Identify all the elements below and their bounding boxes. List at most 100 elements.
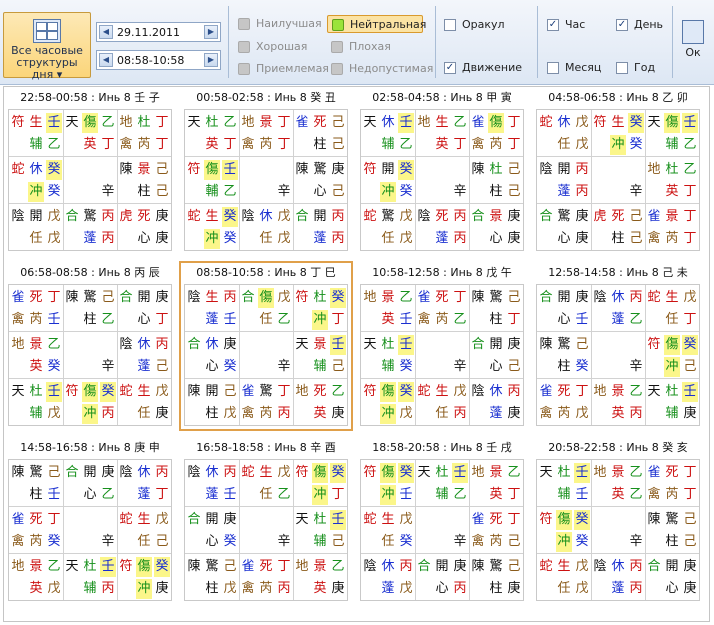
check-hour-label: Час (565, 18, 586, 31)
board-glyph: 雀 (471, 512, 485, 527)
grid-line (537, 203, 699, 204)
board-glyph: 丁 (507, 512, 521, 527)
board-glyph: 杜 (435, 465, 449, 480)
board-glyph: 芮 (489, 534, 503, 549)
board-glyph: 天 (295, 512, 309, 527)
board-glyph: 戊 (155, 512, 169, 527)
board-glyph: 任 (381, 534, 395, 549)
board-glyph: 芮 (489, 137, 503, 152)
board-glyph: 休 (611, 559, 625, 574)
hour-board[interactable]: 08:58-10:58 : Инь 8 丁 巳陰生丙蓬壬合傷戊任乙符杜癸冲丁合休… (179, 261, 353, 431)
board-glyph: 任 (557, 581, 571, 596)
board-glyph: 開 (381, 162, 395, 177)
date-picker[interactable]: ◀ 29.11.2011 ▶ (96, 22, 221, 42)
filter-bad[interactable]: Плохая (327, 38, 423, 56)
board-glyph: 禽 (471, 137, 485, 152)
board-glyph: 戊 (47, 231, 61, 246)
oracle-checkbox-icon[interactable] (444, 19, 456, 31)
hour-board[interactable]: 04:58-06:58 : Инь 8 乙 卯蛇休戊任戊符生癸冲癸天傷壬辅乙陰開… (534, 89, 702, 253)
check-month[interactable]: Месяц (547, 60, 601, 76)
board-glyph: 符 (539, 512, 553, 527)
board-glyph: 杜 (665, 384, 679, 399)
board-glyph: 杜 (381, 337, 395, 352)
hour-board[interactable]: 16:58-18:58 : Инь 8 辛 酉陰休丙蓬壬蛇生戊任乙符傷癸冲丁合開… (182, 439, 350, 603)
board-glyph: 辅 (557, 487, 571, 502)
board-glyph: 丁 (277, 559, 291, 574)
board-table: 蛇休戊任戊符生癸冲癸天傷壬辅乙陰開丙蓬丙辛地杜乙英丁合驚庚心庚虎死己柱己雀景丁禽… (536, 109, 700, 251)
board-table: 天休壬辅乙地生乙英丁雀傷丁禽芮丁符開癸冲癸辛陳杜己柱己蛇驚戊任戊陰死丙蓬丙合景庚… (360, 109, 524, 251)
board-glyph: 地 (593, 384, 607, 399)
board-glyph: 開 (137, 290, 151, 305)
filter-best[interactable]: Наилучшая (234, 15, 324, 33)
board-glyph: 癸 (398, 160, 414, 180)
hour-board[interactable]: 20:58-22:58 : Инь 8 癸 亥天杜壬辅壬地景乙英乙雀死丁禽芮丁符… (534, 439, 702, 603)
month-checkbox-icon[interactable] (547, 62, 559, 74)
board-glyph: 辛 (453, 184, 467, 199)
board-glyph: 生 (665, 290, 679, 305)
board-glyph: 丙 (629, 559, 643, 574)
board-glyph: 辅 (313, 534, 327, 549)
grid-line (361, 331, 523, 332)
filter-acceptable[interactable]: Приемлемая (234, 60, 329, 78)
hour-board[interactable]: 06:58-08:58 : Инь 8 丙 辰雀死丁禽芮壬陳驚己柱乙合開庚心丁地… (6, 264, 174, 428)
filter-unacceptable[interactable]: Недопустимая (327, 60, 433, 78)
check-oracle[interactable]: Оракул (444, 17, 505, 33)
board-glyph: 開 (29, 209, 43, 224)
next-time-icon[interactable]: ▶ (204, 53, 218, 67)
prev-date-icon[interactable]: ◀ (99, 25, 113, 39)
board-glyph: 乙 (47, 559, 61, 574)
board-table: 陰生丙蓬壬合傷戊任乙符杜癸冲丁合休庚心癸辛天景壬辅己陳開己柱戊雀驚丁禽芮丙地死乙… (184, 284, 348, 426)
board-glyph: 癸 (47, 534, 61, 549)
day-checkbox-icon[interactable]: ✓ (616, 19, 628, 31)
board-glyph: 壬 (452, 463, 468, 483)
board-glyph: 戊 (277, 209, 291, 224)
hour-board[interactable]: 12:58-14:58 : Инь 8 己 未合開庚心壬陰休丙蓬乙蛇生戊任丁陳驚… (534, 264, 702, 428)
hour-board[interactable]: 18:58-20:58 : Инь 8 壬 戌符傷癸冲壬天杜壬辅乙地景乙英丁蛇生… (358, 439, 526, 603)
board-glyph: 壬 (398, 113, 414, 133)
board-glyph: 壬 (574, 463, 590, 483)
board-glyph: 庚 (155, 581, 169, 596)
hour-checkbox-icon[interactable]: ✓ (547, 19, 559, 31)
board-glyph: 英 (29, 359, 43, 374)
board-glyph: 禽 (539, 406, 553, 421)
check-year[interactable]: Год (616, 60, 655, 76)
board-glyph: 冲 (82, 404, 98, 424)
board-glyph: 癸 (47, 184, 61, 199)
board-glyph: 休 (557, 115, 571, 130)
movement-checkbox-icon[interactable]: ✓ (444, 62, 456, 74)
board-glyph: 辛 (101, 534, 115, 549)
board-glyph: 雀 (417, 290, 431, 305)
board-glyph: 傷 (258, 288, 274, 308)
check-movement[interactable]: ✓ Движение (444, 60, 522, 76)
board-glyph: 地 (647, 162, 661, 177)
check-hour[interactable]: ✓ Час (547, 17, 585, 33)
filter-neutral[interactable]: Нейтральная (327, 15, 426, 33)
board-glyph: 任 (29, 231, 43, 246)
check-day[interactable]: ✓ День (616, 17, 663, 33)
board-glyph: 丙 (223, 290, 237, 305)
board-glyph: 地 (241, 115, 255, 130)
grid-line (9, 506, 171, 507)
board-glyph: 杜 (29, 384, 43, 399)
hour-board[interactable]: 02:58-04:58 : Инь 8 甲 寅天休壬辅乙地生乙英丁雀傷丁禽芮丁符… (358, 89, 526, 253)
board-glyph: 辅 (29, 406, 43, 421)
time-picker[interactable]: ◀ 08:58-10:58 ▶ (96, 50, 221, 70)
hour-board[interactable]: 00:58-02:58 : Инь 8 癸 丑天杜乙英丁地景丁禽芮丁雀死己柱己符… (182, 89, 350, 253)
next-date-icon[interactable]: ▶ (204, 25, 218, 39)
board-glyph: 癸 (628, 113, 644, 133)
year-checkbox-icon[interactable] (616, 62, 628, 74)
hour-board[interactable]: 10:58-12:58 : Инь 8 戊 午地景乙英壬雀死丁禽芮乙陳驚己柱丁天… (358, 264, 526, 428)
board-glyph: 雀 (11, 512, 25, 527)
board-glyph: 壬 (399, 487, 413, 502)
board-glyph: 辛 (277, 359, 291, 374)
board-glyph: 庚 (683, 581, 697, 596)
board-glyph: 丁 (155, 312, 169, 327)
all-hour-structures-button[interactable]: Все часовые структуры дня ▾ (3, 12, 91, 81)
prev-time-icon[interactable]: ◀ (99, 53, 113, 67)
ok-button[interactable]: Ок (678, 18, 708, 70)
filter-good[interactable]: Хорошая (234, 38, 324, 56)
hour-board[interactable]: 14:58-16:58 : Инь 8 庚 申陳驚己柱壬合開庚心乙陰休丙蓬丁雀死… (6, 439, 174, 603)
hour-board[interactable]: 22:58-00:58 : Инь 8 壬 子符生壬辅乙天傷乙英丁地杜丁禽芮丁蛇… (6, 89, 174, 253)
board-glyph: 禽 (471, 534, 485, 549)
board-glyph: 符 (295, 465, 309, 480)
